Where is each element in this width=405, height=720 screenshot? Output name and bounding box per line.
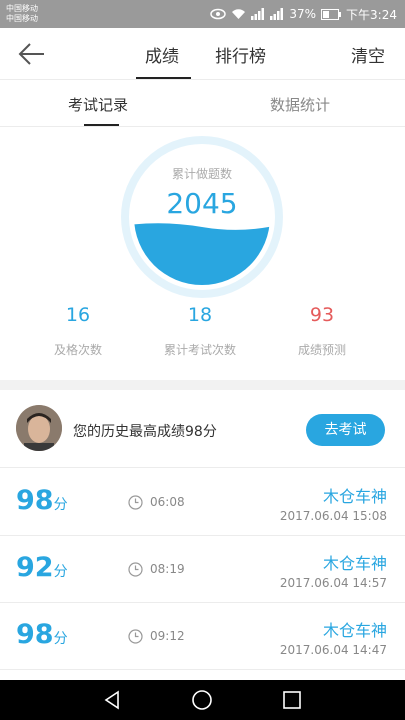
tab-data-statistics[interactable]: 数据统计 [270,94,330,115]
record-score-unit: 分 [53,631,68,647]
eye-icon [210,8,227,20]
record-row[interactable]: 98分 06:08 木仓车神 2017.06.04 15:08 [0,469,405,536]
record-score-value: 98 [16,619,54,650]
best-score-text: 您的历史最高成绩98分 [73,424,217,440]
clock-time: 下午3:24 [346,7,397,22]
questions-gauge: 累计做题数 2045 [121,136,283,298]
take-exam-button[interactable]: 去考试 [306,414,385,446]
carrier-1: 中国移动 [6,4,38,13]
nav-recents-icon[interactable] [280,688,304,712]
record-date: 2017.06.04 14:57 [279,576,387,590]
nav-home-icon[interactable] [190,688,214,712]
nav-back-icon[interactable] [100,688,124,712]
record-date: 2017.06.04 15:08 [279,509,387,523]
tab-active-indicator [136,77,191,79]
signal-icon-2 [270,8,284,20]
stat-exam-count-label: 累计考试次数 [163,343,236,357]
record-score-unit: 分 [53,497,68,513]
back-arrow-icon [18,43,44,65]
record-row[interactable]: 98分 09:12 木仓车神 2017.06.04 14:47 [0,603,405,670]
carrier-2: 中国移动 [6,14,38,23]
record-duration: 09:12 [150,629,185,643]
stat-pass-count-value: 16 [65,304,91,326]
battery-icon [321,8,342,20]
record-duration: 08:19 [150,562,185,576]
section-divider [0,380,405,390]
stat-predicted-score-label: 成绩预测 [297,343,346,357]
stat-pass-count-label: 及格次数 [53,343,102,357]
record-score-value: 98 [16,485,54,516]
record-row[interactable]: 92分 08:19 木仓车神 2017.06.04 14:57 [0,536,405,603]
record-date: 2017.06.04 14:47 [279,643,387,657]
status-bar: 中国移动 中国移动 37% 下午3:24 [0,0,405,28]
tab-ranking[interactable]: 排行榜 [215,42,266,67]
record-score: 98分 [16,619,68,650]
record-name: 木仓车神 [322,554,387,573]
clock-icon [128,629,143,644]
record-duration: 06:08 [150,495,185,509]
avatar[interactable] [16,405,62,451]
clock-icon [128,562,143,577]
record-score: 98分 [16,485,68,516]
record-score-unit: 分 [53,564,68,580]
record-name: 木仓车神 [322,487,387,506]
best-score-row: 您的历史最高成绩98分 去考试 [0,390,405,468]
record-name: 木仓车神 [322,621,387,640]
stat-predicted-score-value: 93 [309,304,335,326]
signal-icon [251,8,265,20]
stat-exam-count-value: 18 [187,304,213,326]
battery-percent: 37% [289,7,317,21]
back-button[interactable] [16,40,48,68]
tab-exam-records[interactable]: 考试记录 [68,94,128,115]
system-navigation-bar [0,680,405,720]
status-icons: 37% 下午3:24 [210,5,397,23]
clear-button[interactable]: 清空 [351,42,385,67]
clock-icon [128,495,143,510]
user-avatar-icon [16,405,62,451]
gauge-label: 累计做题数 [171,167,232,181]
wifi-icon [231,8,246,20]
subtabs: 考试记录 数据统计 [0,81,405,127]
subtab-active-indicator [84,124,119,126]
tab-scores[interactable]: 成绩 [145,42,179,67]
gauge-value: 2045 [166,187,238,220]
record-score-value: 92 [16,552,54,583]
app-header: 成绩 排行榜 清空 [0,28,405,80]
record-score: 92分 [16,552,68,583]
